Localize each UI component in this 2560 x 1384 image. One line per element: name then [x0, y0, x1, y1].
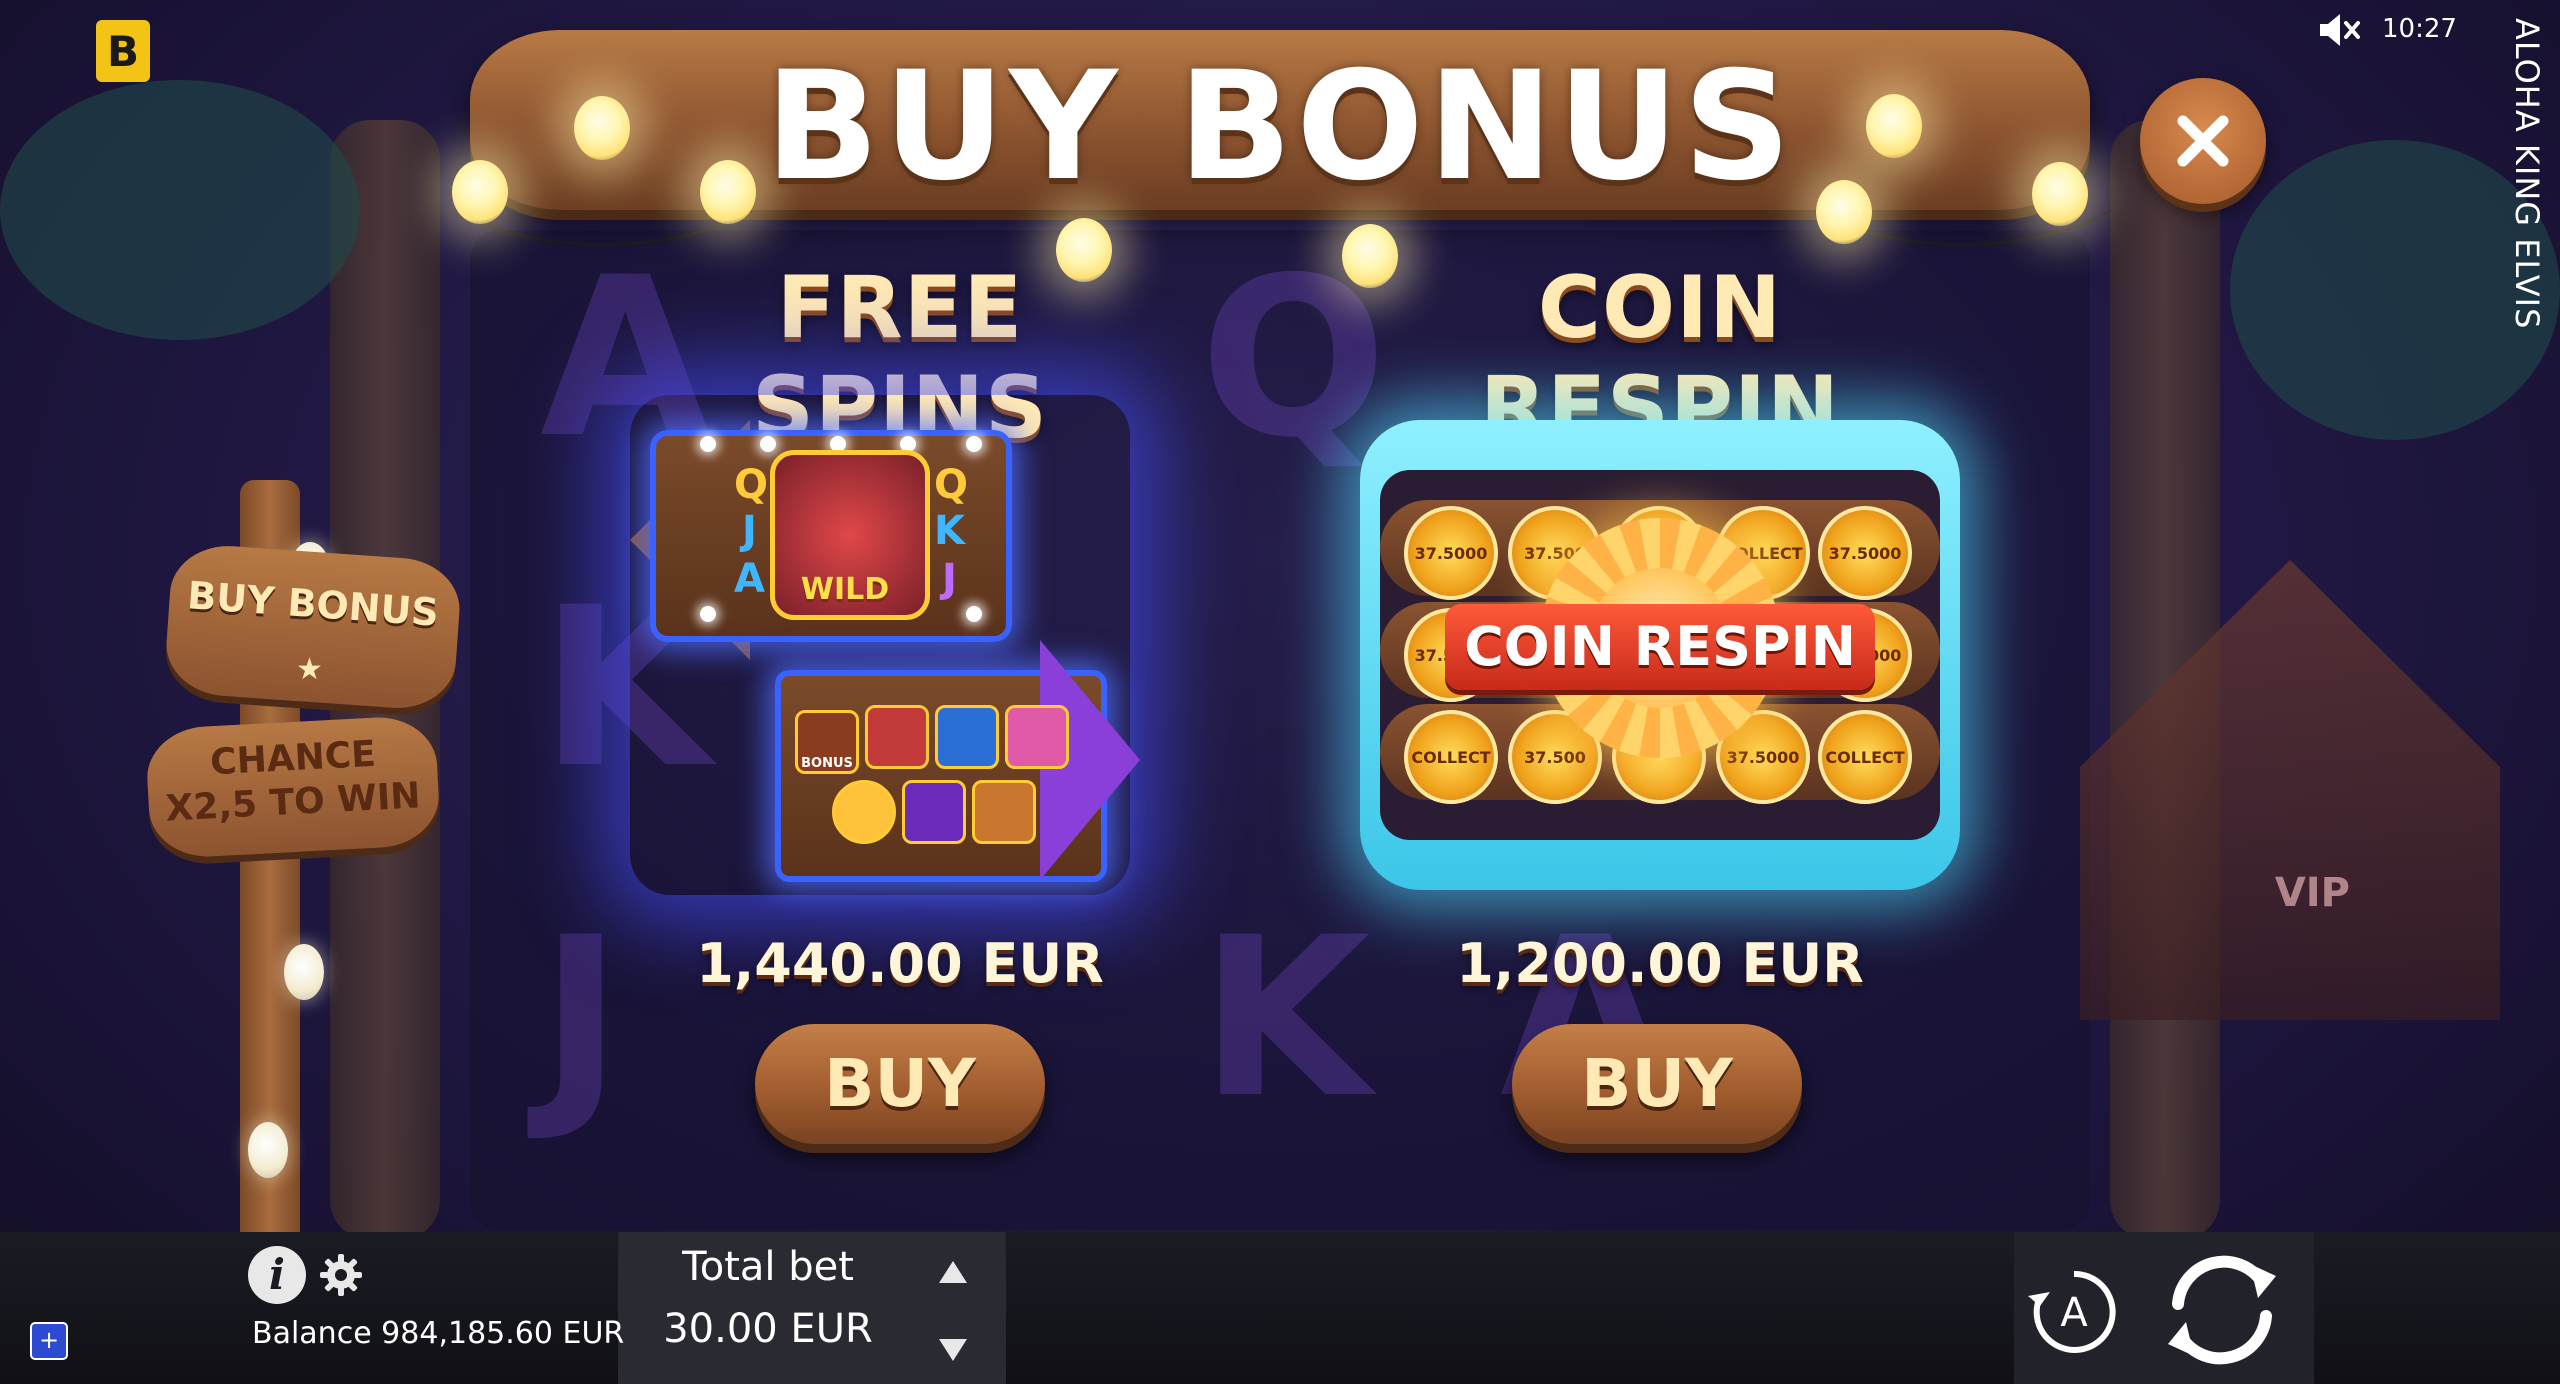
coin: COLLECT	[1818, 710, 1912, 804]
page-title: BUY BONUS	[764, 40, 1796, 214]
gear-icon[interactable]	[318, 1252, 364, 1298]
frog-blue-tile	[935, 705, 999, 769]
bg-symbol: K	[1200, 890, 1371, 1146]
sun-tile	[832, 780, 896, 844]
symbol-q: Q	[934, 462, 969, 508]
spin-icon[interactable]	[2154, 1242, 2290, 1378]
close-button[interactable]	[2140, 78, 2266, 204]
clock: 10:27	[2382, 14, 2457, 44]
total-bet-value: 30.00 EUR	[663, 1306, 873, 1352]
autoplay-letter: A	[2060, 1290, 2088, 1336]
marquee-light	[966, 606, 982, 622]
balance-display: Balance 984,185.60 EUR	[252, 1316, 625, 1351]
bg-symbol: J	[540, 890, 622, 1146]
autoplay-icon[interactable]: A	[2024, 1262, 2124, 1362]
bus-tile	[1005, 705, 1069, 769]
marquee-light	[700, 436, 716, 452]
symbol-j: J	[942, 556, 957, 602]
hut-vip-label: VIP	[2274, 870, 2350, 916]
coin: COLLECT	[1404, 710, 1498, 804]
coin-respin-price: 1,200.00 EUR	[1456, 932, 1864, 995]
coin: 37.5000	[1818, 506, 1912, 600]
coin-respin-buy-button[interactable]: BUY	[1512, 1024, 1802, 1144]
symbol-q: Q	[734, 462, 769, 508]
drum-tile	[902, 780, 966, 844]
marquee-light	[700, 606, 716, 622]
sound-muted-icon[interactable]	[2316, 10, 2364, 50]
symbol-k: K	[934, 508, 965, 554]
close-icon	[2177, 115, 2229, 167]
brand-logo: B	[96, 20, 150, 82]
palm-leaves-left	[0, 80, 360, 340]
guitar-tile	[972, 780, 1036, 844]
bet-increase-icon[interactable]	[936, 1258, 970, 1286]
free-spins-buy-button[interactable]: BUY	[755, 1024, 1045, 1144]
symbol-j: J	[742, 508, 757, 554]
free-spins-price: 1,440.00 EUR	[696, 932, 1104, 995]
frog-tile	[865, 705, 929, 769]
symbol-a: A	[734, 556, 765, 602]
total-bet-label: Total bet	[682, 1244, 854, 1290]
marquee-light	[760, 436, 776, 452]
coin-respin-banner: COIN RESPIN	[1445, 604, 1875, 690]
bonus-tile-label: BONUS	[801, 756, 853, 771]
star-icon: ★	[296, 652, 323, 687]
wild-label: WILD	[800, 572, 890, 607]
post-bulb	[248, 1122, 288, 1178]
add-funds-button[interactable]: +	[30, 1322, 68, 1360]
game-title: ALOHA KING ELVIS	[2508, 18, 2546, 330]
bet-decrease-icon[interactable]	[936, 1336, 970, 1364]
post-bulb	[284, 944, 324, 1000]
marquee-light	[966, 436, 982, 452]
info-icon[interactable]: i	[248, 1246, 306, 1304]
coin: 37.5000	[1404, 506, 1498, 600]
